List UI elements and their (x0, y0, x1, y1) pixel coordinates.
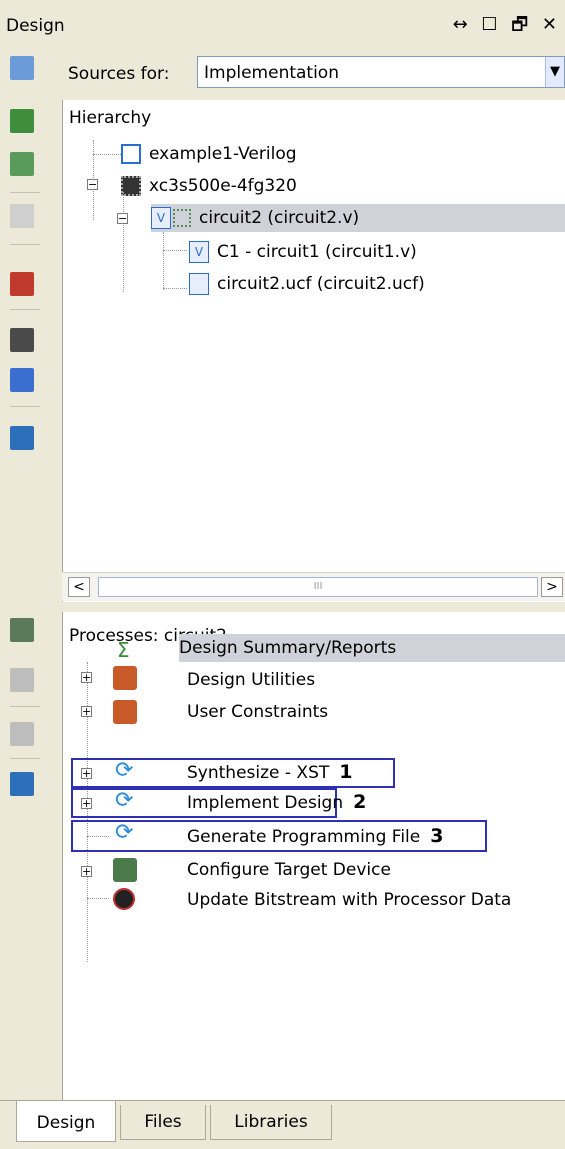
tab-files[interactable]: Files (120, 1105, 206, 1140)
tree-item-circuit2[interactable]: Vcircuit2 (circuit2.v) (151, 204, 565, 232)
add-source-icon[interactable] (10, 109, 34, 133)
process-design-utilities[interactable]: Design Utilities (187, 666, 315, 694)
hierarchy-toolbar (0, 44, 60, 600)
horizontal-scrollbar[interactable]: < III > (62, 572, 565, 601)
collapse-toggle[interactable]: − (87, 179, 98, 190)
panel-titlebar: Design ↔ ☐ 🗗 ✕ (0, 0, 565, 44)
process-label: Design Utilities (187, 670, 316, 690)
process-design-summary[interactable]: Design Summary/Reports (179, 634, 565, 662)
panel-splitter[interactable] (62, 602, 565, 612)
process-label: Synthesize - XST (187, 763, 330, 783)
sources-row: Sources for: Implementation ▼ (62, 44, 565, 101)
scroll-left-button[interactable]: < (68, 577, 90, 597)
check-document-icon[interactable] (10, 368, 34, 392)
expand-toggle[interactable]: + (81, 768, 92, 779)
rerun-process-icon[interactable] (10, 668, 34, 692)
tools-icon (113, 700, 137, 724)
process-label: Generate Programming File (187, 827, 421, 847)
sources-for-label: Sources for: (68, 64, 170, 84)
window-icon[interactable] (10, 772, 34, 796)
refresh-icon: ⟳ (115, 788, 134, 813)
expand-toggle[interactable]: + (81, 866, 92, 877)
tree-item-label: xc3s500e-4fg320 (149, 176, 297, 196)
chip-properties-icon[interactable] (10, 328, 34, 352)
new-source-icon[interactable] (10, 56, 34, 80)
tree-item-device[interactable]: xc3s500e-4fg320 (121, 172, 297, 200)
run-process-icon[interactable] (10, 618, 34, 642)
processes-toolbar (0, 602, 60, 1100)
remove-source-icon[interactable] (10, 272, 34, 296)
module-view-icon[interactable] (10, 204, 34, 228)
tree-item-label: example1-Verilog (149, 144, 297, 164)
tree-item-c1[interactable]: V C1 - circuit1 (circuit1.v) (189, 238, 417, 266)
tree-item-project[interactable]: example1-Verilog (121, 140, 297, 168)
tree-item-label: C1 - circuit1 (circuit1.v) (217, 242, 417, 262)
hierarchy-header: Hierarchy (69, 108, 152, 128)
panel-title: Design (6, 16, 65, 36)
verilog-module-icon: V (151, 207, 171, 229)
process-update-bitstream[interactable]: Update Bitstream with Processor Data (187, 886, 511, 914)
process-configure-device[interactable]: Configure Target Device (187, 856, 391, 884)
scroll-right-button[interactable]: > (541, 577, 563, 597)
process-implement[interactable]: Implement Design 2 (187, 788, 366, 816)
rerun-all-icon[interactable] (10, 722, 34, 746)
chevron-down-icon[interactable]: ▼ (545, 57, 564, 87)
window-icon[interactable] (10, 426, 34, 450)
tree-item-label: circuit2.ucf (circuit2.ucf) (217, 274, 425, 294)
process-label: User Constraints (187, 702, 329, 722)
tab-design[interactable]: Design (16, 1101, 116, 1142)
tree-item-ucf[interactable]: circuit2.ucf (circuit2.ucf) (189, 270, 425, 298)
process-synthesize[interactable]: Synthesize - XST 1 (187, 758, 353, 786)
expand-toggle[interactable]: + (81, 706, 92, 717)
refresh-icon: ⟳ (115, 820, 134, 845)
process-label: Configure Target Device (187, 860, 391, 880)
process-label: Design Summary/Reports (179, 638, 397, 658)
add-copy-source-icon[interactable] (10, 152, 34, 176)
window-controls[interactable]: ↔ ☐ 🗗 ✕ (453, 12, 561, 42)
sigma-icon: Σ (117, 638, 130, 662)
hierarchy-panel: Hierarchy example1-Verilog − xc3s500e-4f… (62, 100, 565, 602)
bitstream-update-icon (113, 888, 135, 910)
sources-for-value: Implementation (204, 63, 339, 83)
process-generate-programming[interactable]: Generate Programming File 3 (187, 822, 443, 850)
refresh-icon: ⟳ (115, 758, 134, 783)
tools-icon (113, 666, 137, 690)
collapse-toggle[interactable]: − (117, 213, 128, 224)
step-marker: 3 (430, 825, 444, 847)
constraints-file-icon (189, 273, 209, 295)
expand-toggle[interactable]: + (81, 672, 92, 683)
panel-tabs: Design Files Libraries (0, 1100, 565, 1149)
project-icon (121, 144, 141, 164)
scroll-thumb[interactable]: III (98, 577, 538, 597)
verilog-file-icon: V (189, 241, 209, 263)
process-user-constraints[interactable]: User Constraints (187, 698, 328, 726)
configure-device-icon (113, 858, 137, 882)
top-module-icon (173, 209, 191, 227)
step-marker: 2 (353, 791, 367, 813)
tab-libraries[interactable]: Libraries (210, 1105, 332, 1140)
sources-for-select[interactable]: Implementation ▼ (197, 56, 565, 88)
tree-item-label: circuit2 (circuit2.v) (199, 208, 360, 228)
processes-panel: Processes: circuit2 Design Summary/Repor… (62, 612, 565, 1100)
process-label: Implement Design (187, 793, 344, 813)
step-marker: 1 (339, 761, 353, 783)
process-label: Update Bitstream with Processor Data (187, 890, 512, 910)
expand-toggle[interactable]: + (81, 798, 92, 809)
